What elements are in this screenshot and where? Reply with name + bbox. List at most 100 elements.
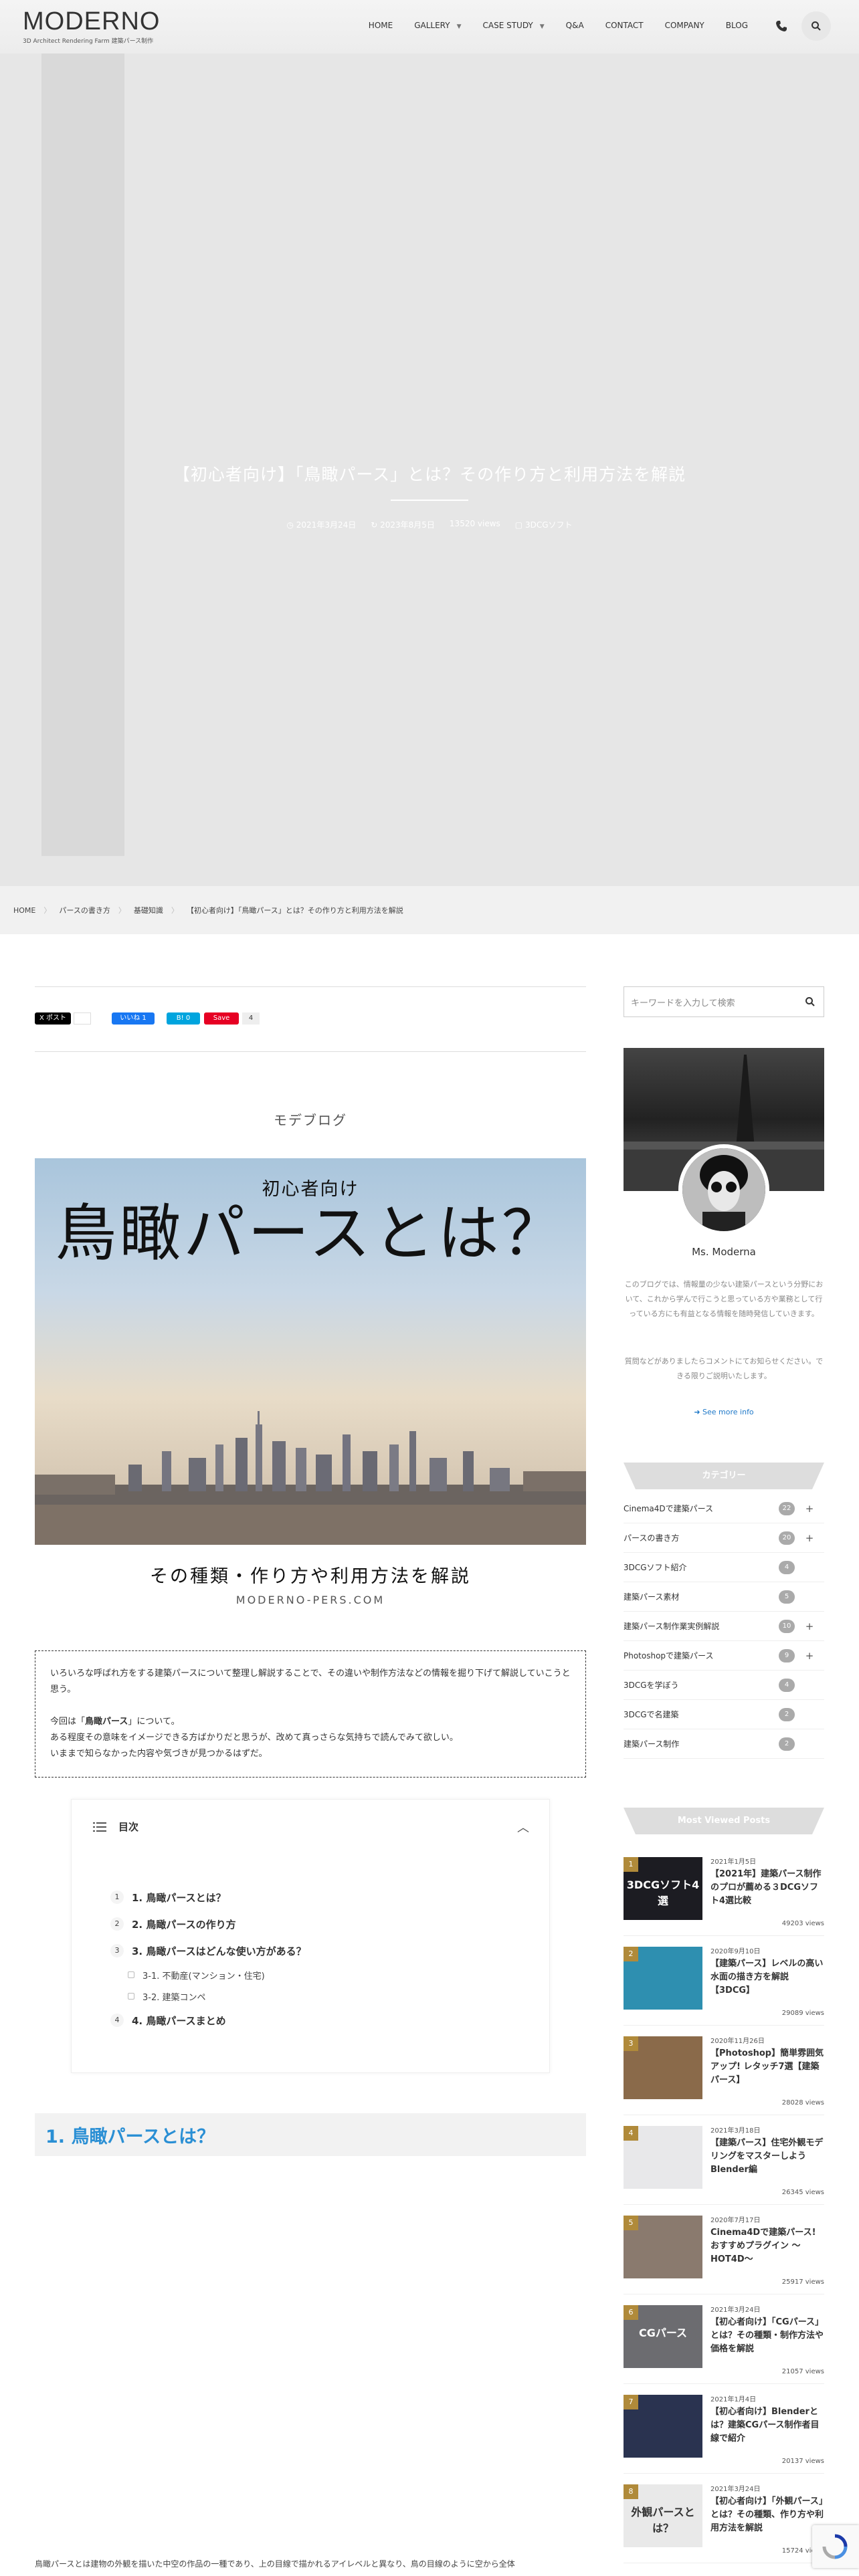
nav-item-case-study[interactable]: CASE STUDY ▼	[472, 19, 555, 33]
nav-item-label[interactable]: HOME	[369, 21, 393, 30]
popular-post-item[interactable]: 2 2020年9月10日 【建築パース】レベルの高い水面の描き方を解説【3DCG】 2…	[624, 1936, 824, 2026]
popular-post-item[interactable]: 5 2020年7月17日 Cinema4Dで建築パース! おすすめプラグイン 〜HO…	[624, 2205, 824, 2294]
rank-badge: 2	[624, 1947, 638, 1961]
nav-item-label[interactable]: GALLERY	[414, 21, 450, 30]
toc-title: 目次	[118, 1821, 139, 1833]
category-label[interactable]: 3DCGソフト紹介	[624, 1562, 687, 1573]
nav-item-label[interactable]: CONTACT	[605, 21, 644, 30]
chevron-up-icon[interactable]: ︿	[517, 1818, 529, 1836]
category-label[interactable]: パースの書き方	[624, 1532, 679, 1543]
category-label[interactable]: 建築パース素材	[624, 1591, 679, 1602]
post-title[interactable]: 【初心者向け】Blenderとは？建築CGパース制作者目線で紹介	[710, 2405, 824, 2446]
toc-subitem-label[interactable]: 3-1. 不動産(マンション・住宅)	[142, 1969, 265, 1981]
recaptcha-badge[interactable]	[812, 2525, 859, 2568]
site-logo[interactable]: MODERNO 3D Architect Rendering Farm 建築パー…	[23, 8, 160, 45]
category-item[interactable]: 建築パース素材 5	[624, 1582, 824, 1612]
toc-item[interactable]: 1 1. 鳥瞰パースとは？	[110, 1884, 306, 1911]
nav-item-label[interactable]: CASE STUDY	[483, 21, 533, 30]
popular-post-item[interactable]: CGパース 6 2021年3月24日 【初心者向け】「CGパース」とは？その種類・制作…	[624, 2294, 824, 2384]
category-item[interactable]: 建築パース制作業実例解説 10 +	[624, 1612, 824, 1641]
thumbnail-text: 3DCGソフト4選	[626, 1879, 700, 1907]
pinterest-save-button[interactable]: Save	[204, 1012, 239, 1025]
nav-item-gallery[interactable]: GALLERY ▼	[403, 19, 472, 33]
toc-item[interactable]: 3 3. 鳥瞰パースはどんな使い方がある？	[110, 1937, 306, 1964]
breadcrumb-item: 【初心者向け】「鳥瞰パース」とは？その作り方と利用方法を解説	[186, 906, 403, 915]
post-date: 2021年1月4日	[710, 2396, 757, 2403]
eyecatch-image: 初心者向け 鳥瞰パースとは？	[35, 1158, 586, 1545]
category-count-badge: 22	[779, 1502, 795, 1515]
logo-text[interactable]: MODERNO	[23, 8, 160, 35]
post-title[interactable]: 【2021年】建築パース制作のプロが薦める３DCGソフト4選比較	[710, 1868, 824, 1908]
toc-item-label[interactable]: 3. 鳥瞰パースはどんな使い方がある？	[132, 1944, 306, 1958]
search-button[interactable]	[801, 11, 831, 41]
nav-item-home[interactable]: HOME	[358, 19, 403, 33]
category-label[interactable]: 3DCGで名建築	[624, 1709, 679, 1720]
plus-icon[interactable]: +	[803, 1531, 816, 1545]
hatena-bookmark-button[interactable]: B! 0	[167, 1012, 200, 1025]
category-label[interactable]: Cinema4Dで建築パース	[624, 1503, 713, 1514]
plus-icon[interactable]: +	[803, 1649, 816, 1662]
nav-item-contact[interactable]: CONTACT	[595, 19, 654, 33]
toc-subitem-label[interactable]: 3-2. 建築コンペ	[142, 1990, 206, 2003]
plus-icon[interactable]: +	[803, 1620, 816, 1633]
post-date: 2020年7月17日	[710, 2217, 761, 2224]
post-category-value[interactable]: 3DCGソフト	[525, 520, 573, 530]
post-title[interactable]: 【初心者向け】「外観パース」とは？その種類、作り方や利用方法を解説	[710, 2495, 824, 2535]
nav-item-label[interactable]: Q&A	[566, 21, 584, 30]
phone-icon[interactable]	[775, 19, 788, 33]
rank-badge: 5	[624, 2216, 638, 2230]
plus-icon[interactable]: +	[803, 1502, 816, 1515]
category-item[interactable]: 3DCGを学ぼう 4	[624, 1671, 824, 1700]
nav-item-label[interactable]: BLOG	[726, 21, 748, 30]
table-of-contents: 目次 ︿ 1 1. 鳥瞰パースとは？ 2 2. 鳥瞰パースの作り方 3 3. 鳥瞰パースは…	[71, 1799, 550, 2073]
post-title[interactable]: 【Photoshop】簡単雰囲気アップ! レタッチ7選【建築パース】	[710, 2047, 824, 2087]
popular-post-item[interactable]: 外観パースとは？ 8 2021年3月24日 【初心者向け】「外観パース」とは？その種類…	[624, 2474, 824, 2563]
popular-post-item[interactable]: 3 2020年11月26日 【Photoshop】簡単雰囲気アップ! レタッチ7選【…	[624, 2026, 824, 2115]
toc-item-label[interactable]: 4. 鳥瞰パースまとめ	[132, 2014, 226, 2028]
post-title[interactable]: Cinema4Dで建築パース! おすすめプラグイン 〜HOT4D〜	[710, 2226, 824, 2266]
category-label[interactable]: 3DCGを学ぼう	[624, 1679, 679, 1691]
site-header: MODERNO 3D Architect Rendering Farm 建築パー…	[0, 0, 859, 53]
rank-badge: 1	[624, 1857, 638, 1872]
logo-tagline: 3D Architect Rendering Farm 建築パース制作	[23, 38, 154, 45]
popular-post-item[interactable]: 3DCGソフト4選 1 2021年1月5日【2021年】建築パース制作のプロが薦める…	[624, 1846, 824, 1936]
category-item[interactable]: Cinema4Dで建築パース 22 +	[624, 1494, 824, 1523]
nav-item-label[interactable]: COMPANY	[665, 21, 704, 30]
nav-item-blog[interactable]: BLOG	[715, 19, 759, 33]
post-title[interactable]: 【建築パース】住宅外観モデリングをマスターしようBlender編	[710, 2137, 824, 2177]
popular-post-item[interactable]: 4 2021年3月18日 【建築パース】住宅外観モデリングをマスターしようBlend…	[624, 2115, 824, 2205]
nav-item-q-a[interactable]: Q&A	[555, 19, 595, 33]
sidebar-search-input[interactable]: キーワードを入力して検索	[624, 986, 824, 1017]
title-divider	[391, 500, 468, 501]
category-item[interactable]: パースの書き方 20 +	[624, 1523, 824, 1553]
nav-item-company[interactable]: COMPANY	[654, 19, 715, 33]
category-label[interactable]: 建築パース制作業実例解説	[624, 1620, 719, 1632]
toc-item[interactable]: 2 2. 鳥瞰パースの作り方	[110, 1911, 306, 1937]
category-label[interactable]: Photoshopで建築パース	[624, 1650, 713, 1661]
category-item[interactable]: 建築パース制作 2	[624, 1729, 824, 1759]
main-nav: HOME GALLERY ▼ CASE STUDY ▼ Q&A CONTACT COMPANY…	[358, 19, 759, 33]
toc-subitem[interactable]: 3-2. 建築コンペ	[110, 1985, 306, 2007]
see-more-link[interactable]: ➜ See more info	[624, 1408, 824, 1416]
toc-header[interactable]: 目次	[93, 1820, 138, 1834]
post-category[interactable]: ▢ 3DCGソフト	[515, 519, 573, 530]
toc-item[interactable]: 4 4. 鳥瞰パースまとめ	[110, 2007, 306, 2034]
post-title[interactable]: 【初心者向け】「CGパース」とは？その種類・制作方法や価格を解説	[710, 2316, 824, 2356]
breadcrumb-item[interactable]: パースの書き方	[59, 905, 110, 916]
post-date: 2021年1月5日	[710, 1858, 757, 1866]
x-share-button[interactable]: X ポスト	[35, 1012, 71, 1025]
see-more-label[interactable]: See more info	[702, 1408, 754, 1416]
category-label[interactable]: 建築パース制作	[624, 1738, 679, 1749]
facebook-like-button[interactable]: いいね 1	[112, 1012, 155, 1025]
toc-subitem[interactable]: 3-1. 不動産(マンション・住宅)	[110, 1964, 306, 1985]
category-item[interactable]: 3DCGソフト紹介 4	[624, 1553, 824, 1582]
toc-item-label[interactable]: 2. 鳥瞰パースの作り方	[132, 1917, 236, 1931]
popular-post-item[interactable]: 7 2021年1月4日 【初心者向け】Blenderとは？建築CGパース制作者目線で…	[624, 2384, 824, 2474]
category-item[interactable]: Photoshopで建築パース 9 +	[624, 1641, 824, 1671]
post-title[interactable]: 【建築パース】レベルの高い水面の描き方を解説【3DCG】	[710, 1957, 824, 1998]
search-icon[interactable]	[805, 996, 816, 1007]
toc-item-label[interactable]: 1. 鳥瞰パースとは？	[132, 1891, 226, 1905]
breadcrumb-item[interactable]: 基礎知識	[134, 905, 163, 916]
breadcrumb-item[interactable]: HOME	[13, 906, 35, 915]
category-item[interactable]: 3DCGで名建築 2	[624, 1700, 824, 1729]
